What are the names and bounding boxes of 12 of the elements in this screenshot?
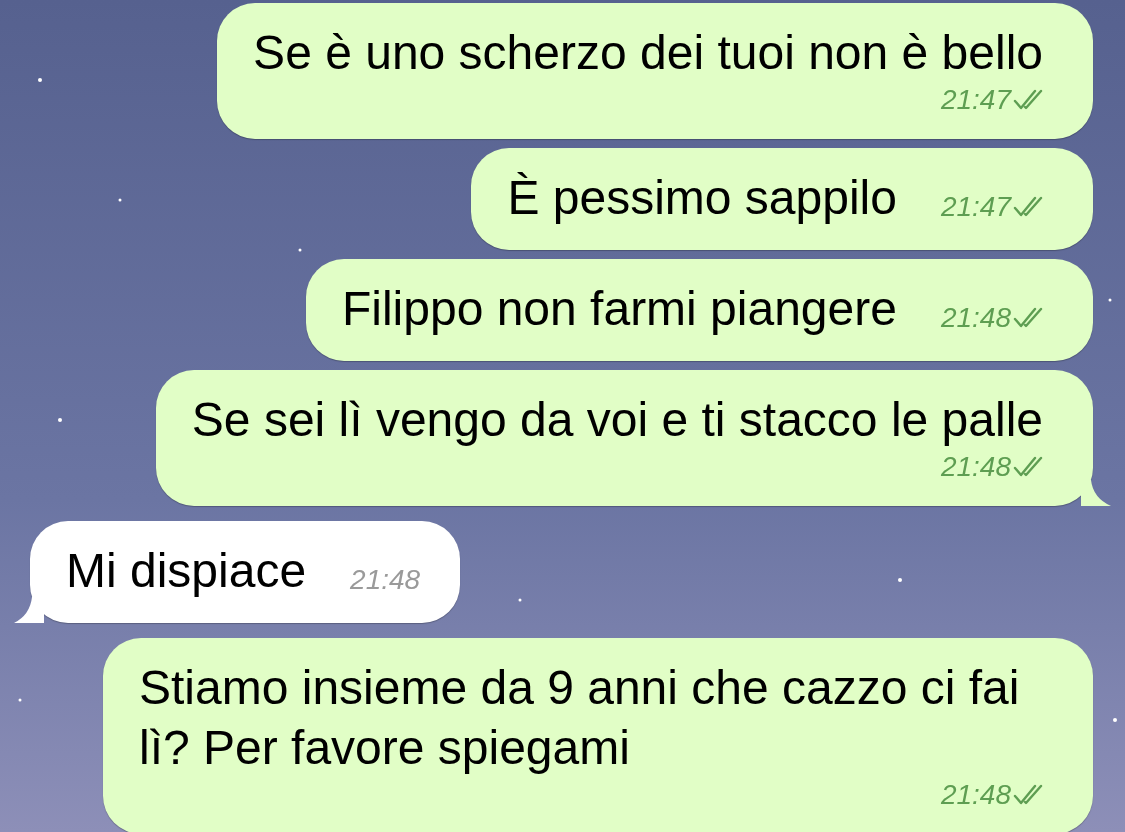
- message-text: È pessimo sappilo: [507, 170, 897, 226]
- message-time: 21:48: [940, 450, 1011, 484]
- message-time: 21:48: [940, 301, 1011, 335]
- message-time: 21:48: [350, 563, 421, 597]
- message-text: Se è uno scherzo dei tuoi non è bello: [253, 25, 1043, 81]
- message-text: Stiamo insieme da 9 anni che cazzo ci fai lì? Per favore spiegami: [139, 660, 1021, 776]
- message-time: 21:48: [940, 778, 1011, 812]
- message-time: 21:47: [940, 190, 1011, 224]
- message-text: Mi dispiace: [66, 543, 307, 599]
- message-time: 21:47: [940, 83, 1011, 117]
- message-text: Filippo non farmi piangere: [341, 281, 897, 337]
- message-text: Se sei lì vengo da voi e ti stacco le palle: [191, 392, 1043, 448]
